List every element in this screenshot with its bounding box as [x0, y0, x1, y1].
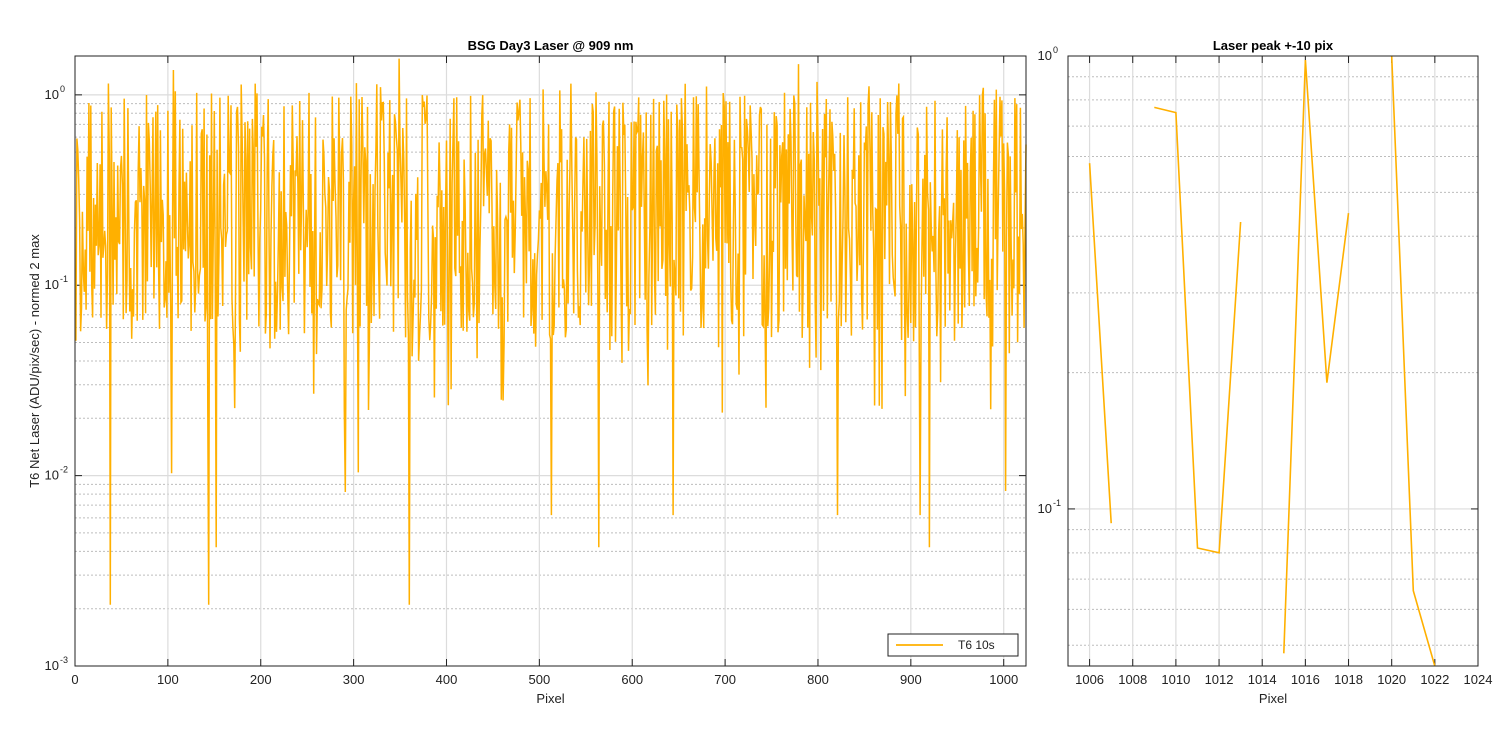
y-tick-exponent: -1 — [60, 274, 68, 284]
legend-label: T6 10s — [958, 638, 995, 652]
x-tick-label: 600 — [621, 672, 643, 687]
x-axis-label: Pixel — [1259, 691, 1287, 706]
x-tick-label: 1006 — [1075, 672, 1104, 687]
axes-panel-2: 10 -110 01006 1008 1010 1012 1014 1016 1018 1020 1… — [1038, 38, 1493, 706]
x-tick-label: 100 — [157, 672, 179, 687]
y-tick-label: 10 — [45, 277, 59, 292]
y-tick-label: 10 — [45, 658, 59, 673]
x-tick-label: 700 — [714, 672, 736, 687]
x-tick-label: 1022 — [1420, 672, 1449, 687]
y-tick-exponent: -3 — [60, 655, 68, 665]
x-tick-label: 1000 — [989, 672, 1018, 687]
x-tick-label: 400 — [436, 672, 458, 687]
x-tick-label: 0 — [71, 672, 78, 687]
x-tick-label: 200 — [250, 672, 272, 687]
y-tick-label: 10 — [1038, 48, 1052, 63]
x-tick-label: 500 — [529, 672, 551, 687]
x-tick-label: 1024 — [1464, 672, 1493, 687]
chart-title: BSG Day3 Laser @ 909 nm — [468, 38, 634, 53]
x-tick-label: 1010 — [1161, 672, 1190, 687]
x-axis-label: Pixel — [536, 691, 564, 706]
x-tick-label: 1020 — [1377, 672, 1406, 687]
plot-area — [1068, 56, 1478, 666]
x-tick-label: 1014 — [1248, 672, 1277, 687]
y-tick-exponent: -1 — [1053, 498, 1061, 508]
x-tick-label: 1018 — [1334, 672, 1363, 687]
x-tick-label: 1008 — [1118, 672, 1147, 687]
chart-figure: 10 -3 10 -2 10 -1 10 0 0 100 200 300 400 500 600 700 800… — [0, 0, 1500, 750]
x-tick-label: 1016 — [1291, 672, 1320, 687]
y-tick-label: 10 — [45, 87, 59, 102]
y-tick-label: 10 — [45, 468, 59, 483]
axes-panel-1: 10 -310 -210 -110 00 100 200 300 400 500 600 700 800… — [27, 38, 1027, 706]
y-axis-label: T6 Net Laser (ADU/pix/sec) - normed 2 ma… — [27, 234, 42, 488]
x-tick-label: 900 — [900, 672, 922, 687]
y-tick-exponent: 0 — [60, 84, 65, 94]
x-tick-label: 1012 — [1205, 672, 1234, 687]
y-tick-label: 10 — [1038, 501, 1052, 516]
x-tick-label: 800 — [807, 672, 829, 687]
x-tick-label: 300 — [343, 672, 365, 687]
y-tick-exponent: 0 — [1053, 45, 1058, 55]
chart-title: Laser peak +-10 pix — [1213, 38, 1334, 53]
chart-canvas: 10 -310 -210 -110 00 100 200 300 400 500 600 700 800… — [27, 38, 1493, 706]
y-tick-exponent: -2 — [60, 465, 68, 475]
legend: T6 10s — [887, 633, 1019, 657]
